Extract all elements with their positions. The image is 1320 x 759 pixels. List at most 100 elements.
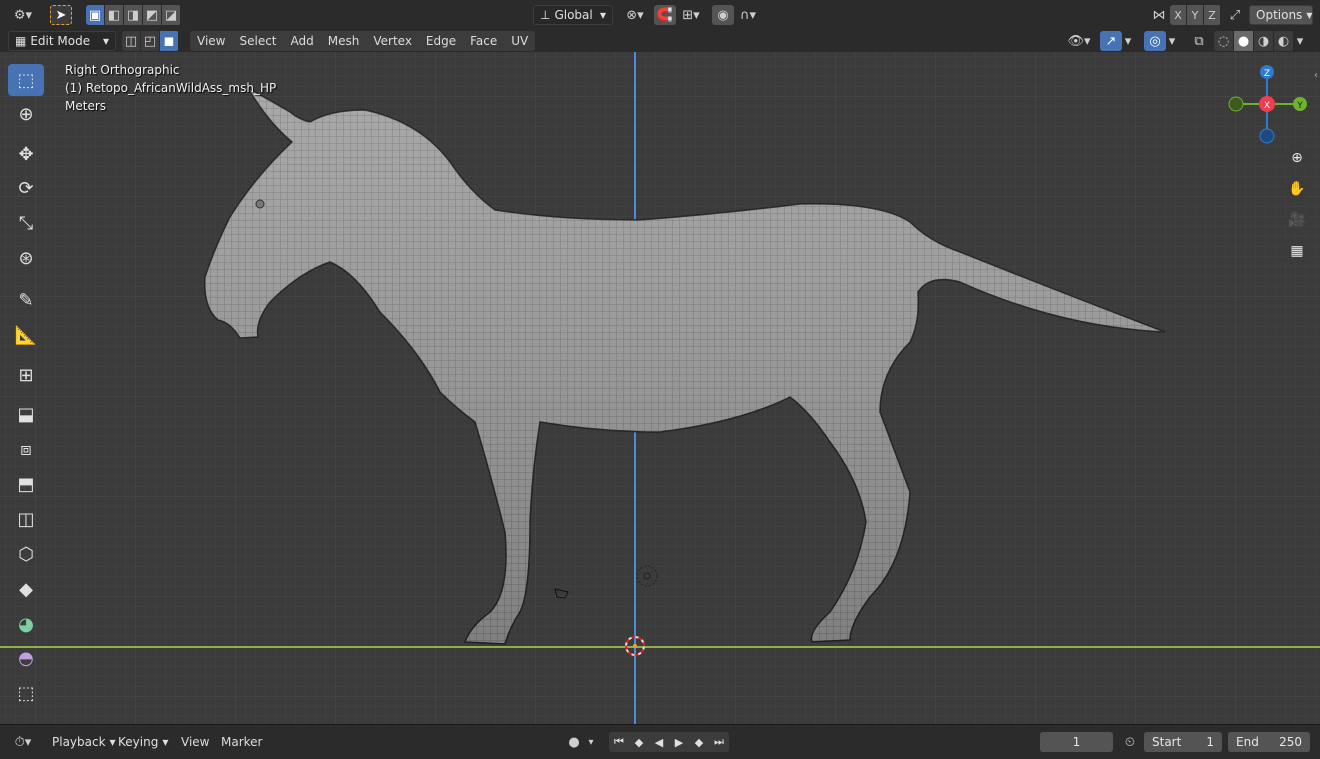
menu-add[interactable]: Add bbox=[284, 31, 321, 51]
snap-target-icon[interactable]: ⊞▾ bbox=[676, 5, 706, 25]
extrude-icon[interactable]: ⬓ bbox=[8, 398, 44, 430]
face-select-icon[interactable]: ◼ bbox=[160, 31, 178, 51]
shear-icon[interactable]: ⬚ bbox=[8, 677, 44, 709]
select-invert-icon[interactable]: ◩ bbox=[143, 5, 161, 25]
chevron-down-icon[interactable]: ▾ bbox=[1122, 31, 1134, 51]
object-name: (1) Retopo_AfricanWildAss_msh_HP bbox=[65, 81, 277, 95]
playback-label: Playback bbox=[52, 735, 106, 749]
loop-cut-icon[interactable]: ◫ bbox=[8, 503, 44, 535]
proportional-icon[interactable]: ◉ bbox=[712, 5, 734, 25]
timeline-menu-marker[interactable]: Marker bbox=[214, 732, 269, 752]
menu-uv[interactable]: UV bbox=[504, 31, 535, 51]
solid-shading-icon[interactable]: ● bbox=[1234, 31, 1253, 51]
menu-vertex[interactable]: Vertex bbox=[366, 31, 419, 51]
select-tool-icon[interactable]: ➤ bbox=[50, 5, 72, 25]
select-subtract-icon[interactable]: ◨ bbox=[124, 5, 142, 25]
select-mode-group: ◫ ◰ ◼ bbox=[122, 31, 179, 51]
jump-start-icon[interactable]: ⏮ bbox=[609, 732, 629, 752]
scale-icon[interactable]: ⤡ bbox=[8, 207, 44, 239]
light-object[interactable] bbox=[636, 565, 658, 587]
camera-object[interactable] bbox=[554, 588, 569, 599]
gizmo-icon[interactable]: ↗ bbox=[1100, 31, 1122, 51]
selection-mode-group: ▣ ◧ ◨ ◩ ◪ bbox=[86, 5, 181, 25]
play-icon[interactable]: ▶ bbox=[669, 732, 689, 752]
mesh-object[interactable] bbox=[0, 52, 1320, 724]
play-reverse-icon[interactable]: ◀ bbox=[649, 732, 669, 752]
axis-x-button[interactable]: X bbox=[1170, 5, 1186, 25]
axis-y-button[interactable]: Y bbox=[1187, 5, 1203, 25]
vertex-select-icon[interactable]: ◫ bbox=[122, 31, 140, 51]
move-icon[interactable]: ✥ bbox=[8, 138, 44, 170]
snap-icon[interactable]: 🧲 bbox=[654, 5, 676, 25]
timeline-menu-view[interactable]: View bbox=[174, 732, 216, 752]
end-frame-field[interactable]: End 250 bbox=[1228, 732, 1310, 752]
wireframe-shading-icon[interactable]: ◌ bbox=[1214, 31, 1233, 51]
material-shading-icon[interactable]: ◑ bbox=[1254, 31, 1273, 51]
rotate-icon[interactable]: ⟳ bbox=[8, 172, 44, 204]
3d-cursor[interactable] bbox=[625, 636, 645, 656]
edge-select-icon[interactable]: ◰ bbox=[141, 31, 159, 51]
annotate-icon[interactable]: ✎ bbox=[8, 284, 44, 316]
zoom-icon[interactable]: ⊕ bbox=[1284, 145, 1310, 171]
current-frame-field[interactable]: 1 bbox=[1040, 732, 1113, 752]
add-cube-icon[interactable]: ⊞ bbox=[8, 359, 44, 391]
select-box-icon[interactable]: ▣ bbox=[86, 5, 104, 25]
start-frame-field[interactable]: Start 1 bbox=[1144, 732, 1222, 752]
chevron-down-icon[interactable]: ▾ bbox=[1166, 31, 1178, 51]
sidebar-toggle-icon[interactable]: ‹ bbox=[1314, 70, 1318, 81]
editor-type-icon[interactable]: ⚙▾ bbox=[8, 5, 38, 25]
poly-build-icon[interactable]: ◆ bbox=[8, 573, 44, 605]
falloff-icon[interactable]: ∩▾ bbox=[734, 5, 762, 25]
select-extend-icon[interactable]: ◧ bbox=[105, 5, 123, 25]
spin-icon[interactable]: ◕ bbox=[8, 608, 44, 640]
playback-menu[interactable]: Playback ▾ bbox=[46, 732, 122, 752]
camera-icon[interactable]: 🎥 bbox=[1284, 207, 1310, 233]
options-dropdown[interactable]: Options ▾ bbox=[1249, 5, 1313, 25]
smooth-icon[interactable]: ◓ bbox=[8, 642, 44, 674]
timeline-header: ⏱▾ Playback ▾ Keying ▾ View Marker ● ▾ ⏮ ◆… bbox=[0, 724, 1320, 759]
pivot-icon[interactable]: ⊗▾ bbox=[620, 5, 650, 25]
menu-select[interactable]: Select bbox=[232, 31, 283, 51]
cursor-tool-icon[interactable]: ⊕ bbox=[8, 98, 44, 130]
mode-header: ▦ Edit Mode ▾ ◫ ◰ ◼ View Select Add Mesh… bbox=[0, 30, 1320, 52]
select-intersect-icon[interactable]: ◪ bbox=[162, 5, 180, 25]
auto-merge-icon[interactable]: ⤢ bbox=[1224, 5, 1246, 25]
header-menus: View Select Add Mesh Vertex Edge Face UV bbox=[190, 31, 536, 51]
chevron-down-icon[interactable]: ▾ bbox=[1292, 31, 1308, 51]
top-header: ⚙▾ ➤ ▣ ◧ ◨ ◩ ◪ ⊥ Global ▾ ⊗▾ 🧲 ⊞▾ ◉ ∩▾ ⋈… bbox=[0, 0, 1320, 30]
menu-face[interactable]: Face bbox=[463, 31, 504, 51]
menu-view[interactable]: View bbox=[190, 31, 232, 51]
eye-detail bbox=[255, 199, 265, 209]
rendered-shading-icon[interactable]: ◐ bbox=[1274, 31, 1293, 51]
timeline-editor-icon[interactable]: ⏱▾ bbox=[8, 732, 38, 752]
end-value: 250 bbox=[1279, 735, 1302, 749]
stopwatch-icon[interactable]: ⏲ bbox=[1119, 732, 1141, 752]
3d-viewport[interactable]: Right Orthographic (1) Retopo_AfricanWil… bbox=[0, 52, 1320, 724]
mirror-icon[interactable]: ⋈ bbox=[1148, 5, 1170, 25]
menu-edge[interactable]: Edge bbox=[419, 31, 463, 51]
jump-end-icon[interactable]: ⏭ bbox=[709, 732, 729, 752]
chevron-down-icon[interactable]: ▾ bbox=[585, 732, 597, 752]
next-keyframe-icon[interactable]: ◆ bbox=[689, 732, 709, 752]
axis-z-button[interactable]: Z bbox=[1204, 5, 1220, 25]
mode-dropdown[interactable]: ▦ Edit Mode ▾ bbox=[8, 31, 116, 51]
visibility-icon[interactable]: 👁▾ bbox=[1064, 31, 1094, 51]
transform-orientation-dropdown[interactable]: ⊥ Global ▾ bbox=[533, 5, 613, 25]
record-icon[interactable]: ● bbox=[564, 732, 584, 752]
xray-icon[interactable]: ⧉ bbox=[1188, 31, 1210, 51]
keying-menu[interactable]: Keying ▾ bbox=[112, 732, 174, 752]
inset-icon[interactable]: ⧈ bbox=[8, 433, 44, 465]
pan-hand-icon[interactable]: ✋ bbox=[1284, 176, 1310, 202]
measure-icon[interactable]: 📐 bbox=[8, 319, 44, 351]
transform-icon[interactable]: ⊛ bbox=[8, 242, 44, 274]
donkey-mesh[interactable] bbox=[204, 85, 1166, 645]
chevron-down-icon: ▾ bbox=[599, 8, 606, 22]
bevel-icon[interactable]: ⬒ bbox=[8, 468, 44, 500]
select-box-icon[interactable]: ⬚ bbox=[8, 64, 44, 96]
overlays-icon[interactable]: ◎ bbox=[1144, 31, 1166, 51]
grid-icon[interactable]: ▦ bbox=[1284, 238, 1310, 264]
menu-mesh[interactable]: Mesh bbox=[321, 31, 367, 51]
knife-icon[interactable]: ⬡ bbox=[8, 538, 44, 570]
navigation-gizmo[interactable]: Z X Y bbox=[1220, 60, 1310, 150]
prev-keyframe-icon[interactable]: ◆ bbox=[629, 732, 649, 752]
